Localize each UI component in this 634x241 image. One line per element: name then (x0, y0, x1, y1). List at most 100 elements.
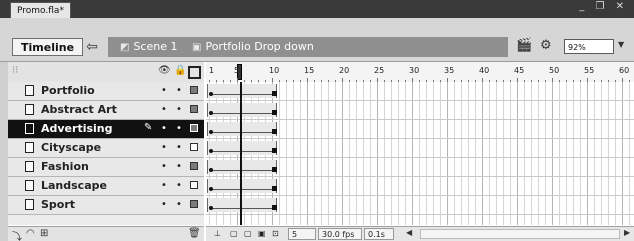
layer-name: Cityscape (41, 141, 102, 154)
keyframe-end[interactable] (272, 167, 277, 172)
frame-row[interactable] (206, 158, 634, 177)
ruler-tick-label: 5 (234, 66, 240, 75)
layer-row[interactable]: Fashion • • (8, 158, 204, 177)
breadcrumb-scene[interactable]: ◩ Scene 1 (120, 40, 178, 54)
lock-toggle[interactable]: • (176, 83, 182, 99)
zoom-dropdown-icon[interactable]: ▼ (618, 40, 624, 49)
onion-skin-outlines-icon[interactable]: ▢ (244, 228, 252, 240)
outline-toggle[interactable] (190, 86, 198, 94)
ruler-tick-label: 10 (269, 66, 280, 75)
outline-toggle[interactable] (190, 181, 198, 189)
keyframe-end[interactable] (272, 186, 277, 191)
scene-icon: ◩ (120, 42, 130, 53)
keyframe-start[interactable] (209, 92, 213, 96)
frame-span[interactable] (207, 160, 277, 174)
frame-row[interactable] (206, 139, 634, 158)
layer-row[interactable]: Abstract Art • • (8, 101, 204, 120)
keyframe-start[interactable] (209, 168, 213, 172)
frame-span[interactable] (207, 179, 277, 193)
tween-line (212, 170, 272, 171)
visibility-toggle[interactable]: • (161, 121, 167, 137)
edit-scene-icon[interactable]: 🎬 (516, 38, 532, 53)
symbol-label: Portfolio Drop down (205, 40, 314, 53)
frame-rate-value: 30.0 fps (318, 228, 362, 240)
add-motion-guide-icon[interactable]: ◠ (26, 228, 35, 239)
lock-toggle[interactable]: • (176, 121, 182, 137)
lock-toggle[interactable]: • (176, 140, 182, 156)
frame-row[interactable] (206, 120, 634, 139)
frame-row[interactable] (206, 101, 634, 120)
window-controls[interactable]: _ ❐ ✕ (579, 1, 628, 12)
frame-span[interactable] (207, 198, 277, 212)
lock-toggle[interactable]: • (176, 197, 182, 213)
layer-row[interactable]: Portfolio • • (8, 82, 204, 101)
edit-multiple-frames-icon[interactable]: ▣ (258, 228, 266, 240)
onion-skin-icon[interactable]: ▢ (230, 228, 238, 240)
outline-toggle[interactable] (190, 162, 198, 170)
outline-toggle[interactable] (190, 105, 198, 113)
layer-row[interactable]: Landscape • • (8, 177, 204, 196)
modify-onion-markers-icon[interactable]: ⊡ (272, 228, 279, 240)
timeline-toggle-button[interactable]: Timeline (12, 38, 84, 56)
keyframe-start[interactable] (209, 149, 213, 153)
layer-icon (25, 104, 34, 115)
insert-layer-icon[interactable]: ⤵ (12, 228, 22, 241)
frame-row[interactable] (206, 82, 634, 101)
keyframe-end[interactable] (272, 148, 277, 153)
grip-icon[interactable]: ⁝⁝ (12, 65, 18, 76)
outline-toggle[interactable] (190, 200, 198, 208)
frame-row[interactable] (206, 196, 634, 215)
lock-icon[interactable]: 🔒 (174, 65, 186, 76)
layer-row[interactable]: Sport • • (8, 196, 204, 215)
frame-span[interactable] (207, 103, 277, 117)
visibility-toggle[interactable]: • (161, 178, 167, 194)
frame-row[interactable] (206, 177, 634, 196)
outline-toggle[interactable] (190, 124, 198, 132)
keyframe-end[interactable] (272, 205, 277, 210)
layer-icon (25, 85, 34, 96)
breadcrumb-symbol[interactable]: ▣ Portfolio Drop down (192, 40, 314, 54)
frame-ruler[interactable]: 1 5 10 15 20 25 30 35 40 45 50 55 60 (206, 62, 634, 83)
outline-icon[interactable] (188, 66, 201, 79)
frame-span[interactable] (207, 122, 277, 136)
tween-line (212, 113, 272, 114)
insert-folder-icon[interactable]: ⊞ (40, 228, 48, 239)
lock-toggle[interactable]: • (176, 178, 182, 194)
keyframe-end[interactable] (272, 91, 277, 96)
scroll-right-icon[interactable]: ▶ (624, 228, 630, 237)
center-frame-icon[interactable]: ⊥ (214, 228, 221, 240)
scroll-left-icon[interactable]: ◀ (406, 228, 412, 237)
keyframe-start[interactable] (209, 130, 213, 134)
layer-row[interactable]: Cityscape • • (8, 139, 204, 158)
edit-symbol-icon[interactable]: ⚙ (540, 38, 552, 53)
horizontal-scrollbar[interactable] (420, 229, 620, 239)
layer-name: Abstract Art (41, 103, 117, 116)
keyframe-start[interactable] (209, 187, 213, 191)
frame-span[interactable] (207, 141, 277, 155)
keyframe-end[interactable] (272, 129, 277, 134)
visibility-toggle[interactable]: • (161, 83, 167, 99)
outline-toggle[interactable] (190, 143, 198, 151)
visibility-toggle[interactable]: • (161, 140, 167, 156)
keyframe-end[interactable] (272, 110, 277, 115)
zoom-input[interactable]: 92% (564, 39, 614, 54)
frames-grid[interactable] (206, 82, 634, 225)
visibility-toggle[interactable]: • (161, 197, 167, 213)
visibility-toggle[interactable]: • (161, 102, 167, 118)
visibility-toggle[interactable]: • (161, 159, 167, 175)
layer-name: Fashion (41, 160, 89, 173)
document-tab[interactable]: Promo.fla* (10, 2, 71, 19)
layer-list: Portfolio • • Abstract Art • • Advertising ✎ • • C… (8, 82, 204, 225)
frame-span[interactable] (207, 84, 277, 98)
delete-layer-icon[interactable]: 🗑 (188, 228, 201, 239)
lock-toggle[interactable]: • (176, 159, 182, 175)
eye-icon[interactable]: 👁 (158, 65, 171, 76)
back-arrow-icon[interactable]: ⇦ (84, 39, 100, 55)
ruler-tick-label: 40 (479, 66, 490, 75)
lock-toggle[interactable]: • (176, 102, 182, 118)
keyframe-start[interactable] (209, 111, 213, 115)
keyframe-start[interactable] (209, 206, 213, 210)
layer-name: Sport (41, 198, 76, 211)
layer-row[interactable]: Advertising ✎ • • (8, 120, 204, 139)
ruler-tick-label: 55 (584, 66, 595, 75)
